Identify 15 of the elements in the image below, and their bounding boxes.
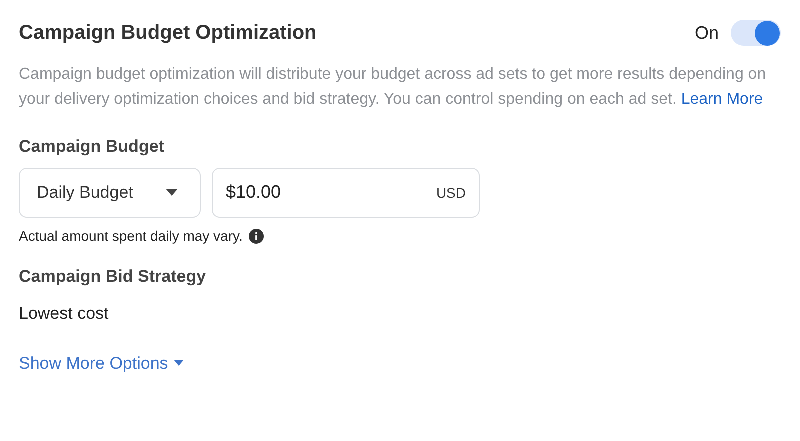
toggle-label: On bbox=[694, 22, 719, 44]
description-text: Campaign budget optimization will distribute your budget across ad sets to get more results depending on your delivery optimization choices and bid strategy. You can control spending on each ad set. Learn More bbox=[19, 65, 768, 110]
currency-label: USD bbox=[436, 184, 466, 202]
info-icon[interactable] bbox=[248, 228, 264, 244]
section-title: Campaign Budget Optimization bbox=[19, 21, 317, 46]
budget-type-dropdown[interactable]: Daily Budget bbox=[19, 168, 201, 218]
bid-strategy-value: Lowest cost bbox=[19, 303, 110, 325]
caret-icon bbox=[166, 189, 178, 196]
subheading: Campaign Budget bbox=[19, 136, 166, 158]
toggle-switch[interactable] bbox=[731, 20, 781, 46]
learn-more-link[interactable]: Learn More bbox=[681, 91, 764, 108]
subheading: Campaign Bid Strategy bbox=[19, 266, 208, 288]
budget-note: Actual amount spent daily may vary. bbox=[19, 226, 243, 246]
caret-icon bbox=[174, 360, 184, 366]
show-more-options-link[interactable]: Show More Options bbox=[19, 350, 184, 376]
